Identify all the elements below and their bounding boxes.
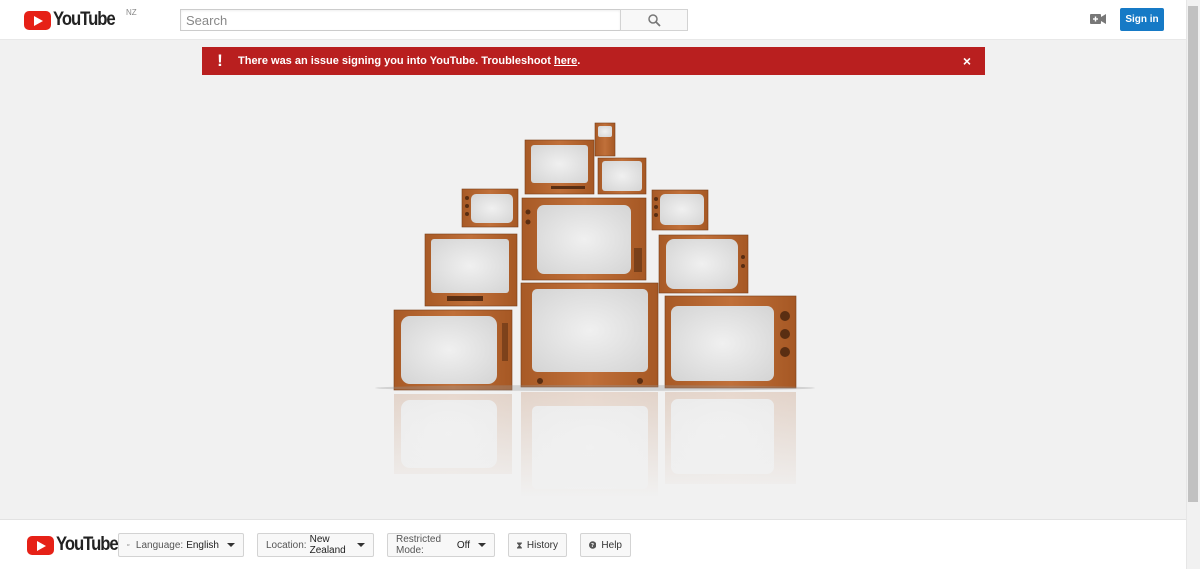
footer-youtube-logo[interactable]: YouTube	[27, 534, 126, 555]
language-picker-button[interactable]: ? Language: English	[118, 533, 244, 557]
history-label: History	[526, 539, 558, 551]
youtube-logo[interactable]: YouTube NZ	[24, 8, 137, 30]
search-input[interactable]: Search	[180, 9, 621, 31]
country-code: NZ	[126, 8, 137, 17]
scrollbar-thumb[interactable]	[1188, 6, 1198, 502]
youtube-play-icon	[27, 535, 54, 555]
search-icon	[647, 13, 661, 27]
sign-in-button[interactable]: Sign in	[1120, 8, 1164, 31]
logo-wordmark: YouTube	[53, 9, 116, 30]
chevron-down-icon	[357, 543, 365, 547]
location-label: Location:	[266, 539, 307, 551]
language-value: English	[186, 539, 219, 551]
location-picker-button[interactable]: Location: New Zealand	[257, 533, 374, 557]
language-label: Language:	[135, 539, 184, 551]
search-button[interactable]	[620, 9, 688, 31]
masthead: YouTube NZ Search Sign in	[0, 0, 1186, 40]
alert-message: There was an issue signing you into YouT…	[238, 55, 581, 67]
location-value: New Zealand	[309, 534, 346, 556]
exclamation-icon: !	[217, 51, 223, 70]
restricted-mode-label: Restricted Mode:	[396, 534, 442, 556]
footer-logo-wordmark: YouTube	[56, 534, 119, 555]
footer-logo-inner: YouTube	[27, 534, 126, 555]
help-button[interactable]: ? Help	[580, 533, 631, 557]
chevron-down-icon	[478, 543, 486, 547]
help-label: Help	[601, 539, 622, 551]
youtube-play-icon	[24, 10, 51, 30]
signin-error-alert: ! There was an issue signing you into Yo…	[202, 47, 985, 75]
history-button[interactable]: History	[508, 533, 567, 557]
chevron-down-icon	[227, 543, 235, 547]
language-people-icon: ?	[127, 544, 130, 546]
restricted-mode-value: Off	[456, 539, 470, 551]
help-question-icon: ?	[589, 541, 597, 549]
troubleshoot-link[interactable]: here	[554, 55, 577, 67]
page-footer: YouTube ? Language: English Location: Ne…	[0, 519, 1186, 569]
svg-text:?: ?	[591, 543, 594, 549]
tv-group	[375, 122, 815, 391]
upload-video-icon[interactable]	[1090, 13, 1106, 25]
restricted-mode-button[interactable]: Restricted Mode: Off	[387, 533, 495, 557]
close-icon[interactable]: ×	[963, 53, 971, 69]
hourglass-icon	[517, 542, 522, 548]
tv-stack-illustration	[370, 122, 820, 498]
